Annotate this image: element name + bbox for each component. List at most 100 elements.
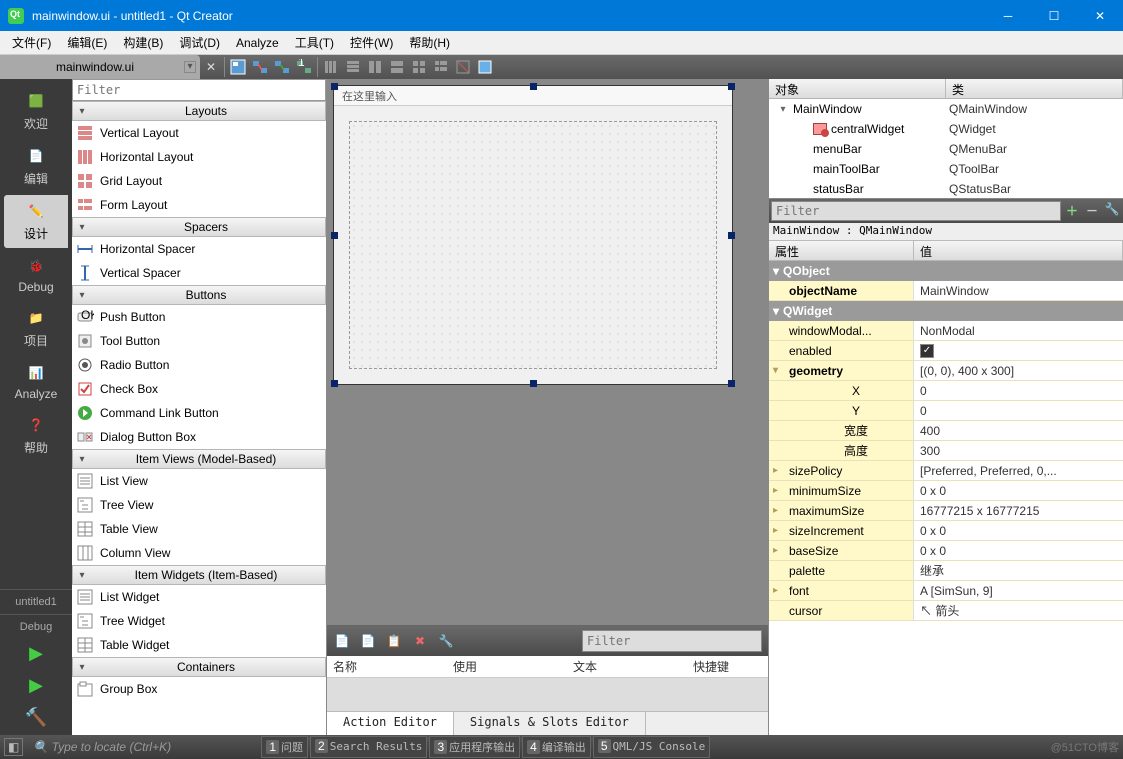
widget-item[interactable]: Radio Button (72, 353, 326, 377)
property-row[interactable]: enabled✓ (769, 341, 1123, 361)
locator-input[interactable]: Type to locate (Ctrl+K) (27, 740, 257, 754)
property-row[interactable]: X0 (769, 381, 1123, 401)
widget-item[interactable]: Tree View (72, 493, 326, 517)
action-col-header[interactable]: 文本 (573, 658, 633, 675)
menu-item[interactable]: Analyze (228, 34, 287, 52)
build-button[interactable]: 🔨 (21, 707, 51, 731)
remove-property-icon[interactable]: － (1083, 202, 1101, 220)
property-value[interactable]: NonModal (914, 321, 1123, 340)
add-property-icon[interactable]: ＋ (1063, 202, 1081, 220)
expand-icon[interactable]: ▸ (773, 505, 778, 516)
oi-col-object[interactable]: 对象 (769, 79, 946, 98)
action-filter-input[interactable] (582, 630, 762, 652)
property-row[interactable]: ▸baseSize0 x 0 (769, 541, 1123, 561)
prop-col-name[interactable]: 属性 (769, 241, 914, 260)
widget-item[interactable]: OKPush Button (72, 305, 326, 329)
form-canvas-area[interactable]: 在这里输入 (327, 79, 768, 625)
resize-handle[interactable] (728, 232, 735, 239)
resize-handle[interactable] (530, 83, 537, 90)
property-value[interactable]: MainWindow (914, 281, 1123, 300)
property-value[interactable]: 继承 (914, 561, 1123, 580)
expand-icon[interactable]: ▸ (773, 545, 778, 556)
break-layout-icon[interactable] (452, 55, 474, 79)
widget-item[interactable]: List Widget (72, 585, 326, 609)
widget-item[interactable]: Dialog Button Box (72, 425, 326, 449)
property-value[interactable]: 400 (914, 421, 1123, 440)
property-value[interactable]: A [SimSun, 9] (914, 581, 1123, 600)
category-header[interactable]: ▾Item Widgets (Item-Based) (72, 565, 326, 585)
mode-Debug[interactable]: 🐞Debug (4, 250, 68, 300)
property-value[interactable]: 16777215 x 16777215 (914, 501, 1123, 520)
widget-item[interactable]: Column View (72, 541, 326, 565)
expand-icon[interactable]: ▾ (777, 104, 789, 115)
property-filter-input[interactable] (771, 201, 1061, 221)
edit-buddies-icon[interactable] (271, 55, 293, 79)
object-row[interactable]: mainToolBarQToolBar (769, 159, 1123, 179)
layout-v-icon[interactable] (342, 55, 364, 79)
central-widget[interactable] (349, 121, 717, 369)
minimize-button[interactable]: ─ (985, 0, 1031, 31)
oi-col-class[interactable]: 类 (946, 79, 1123, 98)
category-header[interactable]: ▾Item Views (Model-Based) (72, 449, 326, 469)
property-row[interactable]: windowModal...NonModal (769, 321, 1123, 341)
output-tab[interactable]: 2Search Results (310, 736, 427, 758)
property-row[interactable]: Y0 (769, 401, 1123, 421)
delete-action-icon[interactable]: ✖ (411, 632, 429, 650)
property-value[interactable]: ✓ (914, 341, 1123, 360)
property-row[interactable]: ▸sizeIncrement0 x 0 (769, 521, 1123, 541)
widget-item[interactable]: Horizontal Layout (72, 145, 326, 169)
copy-action-icon[interactable]: 📄 (359, 632, 377, 650)
action-col-header[interactable]: 名称 (333, 658, 393, 675)
expand-icon[interactable]: ▸ (773, 525, 778, 536)
property-value[interactable]: [Preferred, Preferred, 0,... (914, 461, 1123, 480)
expand-icon[interactable]: ▸ (773, 485, 778, 496)
output-tab[interactable]: 4编译输出 (522, 736, 591, 758)
close-tab-button[interactable]: ✕ (200, 55, 222, 79)
prop-col-value[interactable]: 值 (914, 241, 1123, 260)
layout-grid-icon[interactable] (408, 55, 430, 79)
project-selector[interactable]: untitled1 (0, 589, 72, 614)
new-action-icon[interactable]: 📄 (333, 632, 351, 650)
tab-dropdown-icon[interactable]: ▾ (184, 61, 196, 73)
widget-item[interactable]: Vertical Spacer (72, 261, 326, 285)
mode-Analyze[interactable]: 📊Analyze (4, 357, 68, 407)
property-row[interactable]: ▸sizePolicy[Preferred, Preferred, 0,... (769, 461, 1123, 481)
property-row[interactable]: 宽度400 (769, 421, 1123, 441)
category-header[interactable]: ▾Buttons (72, 285, 326, 305)
widget-item[interactable]: Group Box (72, 677, 326, 701)
layout-h-icon[interactable] (320, 55, 342, 79)
menu-item[interactable]: 帮助(H) (401, 32, 458, 53)
category-header[interactable]: ▾Layouts (72, 101, 326, 121)
edit-signals-icon[interactable] (249, 55, 271, 79)
property-group[interactable]: ▾QWidget (769, 301, 1123, 321)
object-row[interactable]: menuBarQMenuBar (769, 139, 1123, 159)
category-header[interactable]: ▾Spacers (72, 217, 326, 237)
close-button[interactable]: ✕ (1077, 0, 1123, 31)
action-col-header[interactable]: 快捷键 (693, 658, 753, 675)
form-canvas[interactable]: 在这里输入 (333, 85, 733, 385)
menu-item[interactable]: 编辑(E) (59, 32, 115, 53)
run-button[interactable]: ▶ (21, 643, 51, 667)
property-value[interactable]: 0 x 0 (914, 481, 1123, 500)
widget-item[interactable]: Horizontal Spacer (72, 237, 326, 261)
layout-form-icon[interactable] (430, 55, 452, 79)
property-row[interactable]: ▾geometry[(0, 0), 400 x 300] (769, 361, 1123, 381)
adjust-size-icon[interactable] (474, 55, 496, 79)
edit-widgets-icon[interactable] (227, 55, 249, 79)
widget-item[interactable]: Vertical Layout (72, 121, 326, 145)
property-value[interactable]: ↖ 箭头 (914, 601, 1123, 620)
checkbox-icon[interactable]: ✓ (920, 344, 934, 358)
widget-item[interactable]: Tool Button (72, 329, 326, 353)
widget-item[interactable]: Table View (72, 517, 326, 541)
edit-taborder-icon[interactable]: 1 (293, 55, 315, 79)
action-col-header[interactable]: 使用 (453, 658, 513, 675)
property-value[interactable]: 0 (914, 381, 1123, 400)
property-value[interactable]: 300 (914, 441, 1123, 460)
property-row[interactable]: objectNameMainWindow (769, 281, 1123, 301)
target-selector[interactable]: Debug (0, 614, 72, 639)
property-row[interactable]: palette继承 (769, 561, 1123, 581)
widget-item[interactable]: Command Link Button (72, 401, 326, 425)
configure-property-icon[interactable]: 🔧 (1103, 202, 1121, 220)
widget-item[interactable]: Table Widget (72, 633, 326, 657)
property-row[interactable]: ▸minimumSize0 x 0 (769, 481, 1123, 501)
